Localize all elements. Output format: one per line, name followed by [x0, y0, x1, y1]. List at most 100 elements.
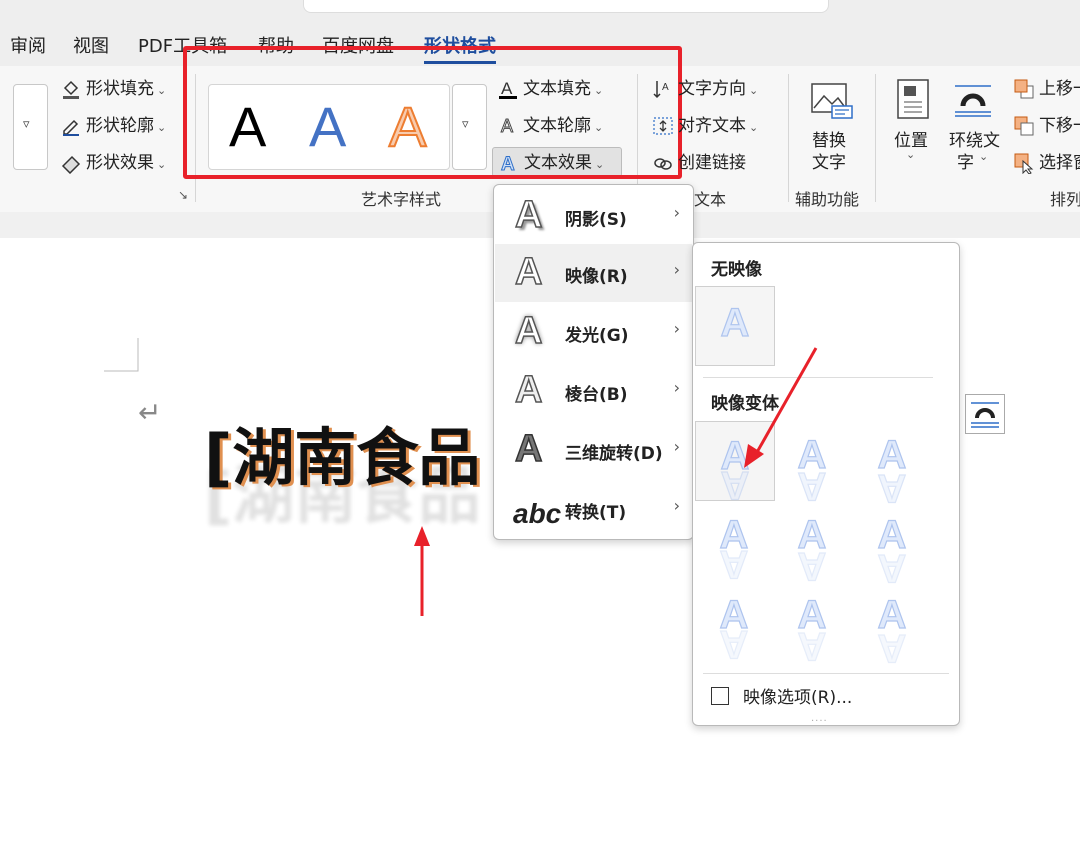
reflection-icon: A [514, 250, 543, 294]
menu-item-reflection[interactable]: A 映像(R) › [495, 244, 692, 302]
reflection-preview-icon: A [720, 300, 750, 345]
accessibility-group-label: 辅助功能 [795, 190, 860, 209]
shape-effects-button[interactable]: 形状效果 ⌄ [60, 148, 166, 178]
text-effects-menu: A 阴影(S) › A 映像(R) › A 发光(G) › A 棱台(B) › … [493, 184, 694, 540]
reflection-variation-7[interactable]: A A [695, 581, 773, 666]
arrange-group-label: 排列 [1050, 190, 1080, 209]
alt-text-label-line2: 文字 [812, 153, 846, 173]
chevron-right-icon: › [673, 319, 680, 338]
send-backward-label: 下移一 [1039, 116, 1080, 136]
paint-bucket-icon [63, 80, 79, 99]
bring-forward-label: 上移一 [1039, 79, 1080, 99]
chevron-right-icon: › [673, 203, 680, 222]
shape-styles-more-button[interactable]: ▿ [13, 84, 48, 170]
red-arrow-down-annotation [744, 347, 818, 468]
shadow-icon: A [514, 193, 543, 237]
tab-view[interactable]: 视图 [73, 30, 109, 66]
alt-text-icon [811, 83, 853, 119]
wrap-text-label-line2: 字 [957, 153, 974, 173]
align-text-icon [653, 117, 673, 135]
reflection-mirror-icon: A [877, 625, 907, 670]
paragraph-return-icon: ↵ [138, 396, 162, 429]
shape-outline-label: 形状轮廓 [86, 116, 154, 136]
chevron-right-icon: › [673, 437, 680, 456]
reflection-mirror-icon: A [719, 541, 749, 586]
chevron-right-icon: › [673, 260, 680, 279]
menu-item-shadow[interactable]: A 阴影(S) › [495, 187, 692, 245]
selection-pane-button[interactable]: 选择窗 [1013, 148, 1080, 178]
tab-review[interactable]: 审阅 [10, 30, 46, 66]
reflection-variation-8[interactable]: A A [773, 581, 851, 668]
bevel-icon: A [514, 368, 543, 412]
shape-outline-button[interactable]: 形状轮廓 ⌄ [60, 111, 166, 141]
shape-effects-icon [61, 155, 81, 174]
glow-icon: A [514, 309, 543, 353]
group-divider [788, 74, 789, 202]
text-direction-icon: A [653, 81, 669, 99]
reflection-variation-6[interactable]: A A [853, 501, 931, 590]
search-box[interactable] [303, 0, 829, 13]
dialog-launcher-icon[interactable]: ↘ [178, 188, 188, 202]
reflection-options-label: 映像选项(R)... [743, 688, 853, 708]
document-wordart-title[interactable]: [湖南食品 [204, 418, 480, 498]
wordart-group-label: 艺术字样式 [361, 190, 442, 209]
chevron-down-icon: ⌄ [906, 148, 916, 161]
menu-item-label: 阴影(S) [565, 210, 627, 230]
selection-pane-label: 选择窗 [1039, 153, 1080, 173]
shape-fill-button[interactable]: 形状填充 ⌄ [60, 74, 166, 104]
align-text-label: 对齐文本 [678, 116, 746, 136]
resize-grip-icon[interactable]: .... [811, 713, 828, 724]
reflection-variation-5[interactable]: A A [773, 501, 851, 588]
chevron-down-icon: ⌄ [157, 121, 167, 134]
3d-rotation-icon: A [514, 427, 543, 471]
reflection-submenu: 无映像 A 映像变体 A A A A A A A A A A A A A A A… [692, 242, 960, 726]
shape-effects-label: 形状效果 [86, 153, 154, 173]
chevron-down-icon: ⌄ [979, 150, 989, 163]
menu-item-label: 棱台(B) [565, 385, 628, 405]
chevron-down-icon: ⌄ [157, 84, 167, 97]
send-backward-button[interactable]: 下移一 [1013, 111, 1080, 141]
more-icon: ▿ [23, 117, 30, 132]
position-button[interactable]: 位置 ⌄ [890, 78, 938, 178]
text-direction-label: 文字方向 [678, 79, 746, 99]
chevron-down-icon: ⌄ [157, 158, 167, 171]
bring-forward-button[interactable]: 上移一 [1013, 74, 1080, 104]
text-direction-button[interactable]: A 文字方向 ⌄ [652, 74, 758, 104]
reflection-mirror-icon: A [797, 623, 827, 668]
transform-icon: abc [513, 498, 562, 529]
menu-divider [703, 673, 949, 674]
send-backward-icon [1014, 116, 1034, 136]
highlight-rectangle [183, 46, 682, 179]
layout-options-button[interactable] [965, 394, 1005, 434]
text-group-label: 文本 [694, 190, 727, 209]
position-icon [897, 79, 929, 119]
chevron-down-icon: ⌄ [749, 121, 759, 134]
align-text-button[interactable]: 对齐文本 ⌄ [652, 111, 758, 141]
svg-text:A: A [662, 82, 669, 93]
no-reflection-header: 无映像 [711, 260, 762, 280]
reflection-variation-4[interactable]: A A [695, 501, 773, 586]
wrap-text-button[interactable]: 环绕文 字 ⌄ [945, 78, 1005, 178]
menu-item-bevel[interactable]: A 棱台(B) › [495, 362, 692, 420]
wrap-text-icon [955, 85, 991, 117]
menu-item-3d-rotation[interactable]: A 三维旋转(D) › [495, 421, 692, 479]
create-link-button[interactable]: 创建链接 [652, 148, 746, 178]
options-checkbox-icon [711, 687, 729, 705]
chevron-down-icon: ⌄ [749, 84, 759, 97]
reflection-options-item[interactable]: 映像选项(R)... [711, 683, 852, 708]
bring-forward-icon [1014, 79, 1034, 99]
chevron-right-icon: › [673, 496, 680, 515]
menu-item-transform[interactable]: abc 转换(T) › [495, 480, 692, 538]
menu-item-label: 转换(T) [565, 503, 627, 523]
reflection-variation-9[interactable]: A A [853, 581, 931, 670]
pencil-icon [63, 119, 79, 136]
menu-item-label: 三维旋转(D) [565, 444, 663, 464]
reflection-mirror-icon: A [719, 621, 749, 666]
chevron-right-icon: › [673, 378, 680, 397]
shape-fill-label: 形状填充 [86, 79, 154, 99]
alt-text-button[interactable]: 替换 文字 [802, 80, 860, 180]
group-divider [875, 74, 876, 202]
selection-pane-icon [1014, 153, 1034, 174]
reflection-variation-3[interactable]: A A [853, 421, 931, 510]
menu-item-glow[interactable]: A 发光(G) › [495, 303, 692, 361]
